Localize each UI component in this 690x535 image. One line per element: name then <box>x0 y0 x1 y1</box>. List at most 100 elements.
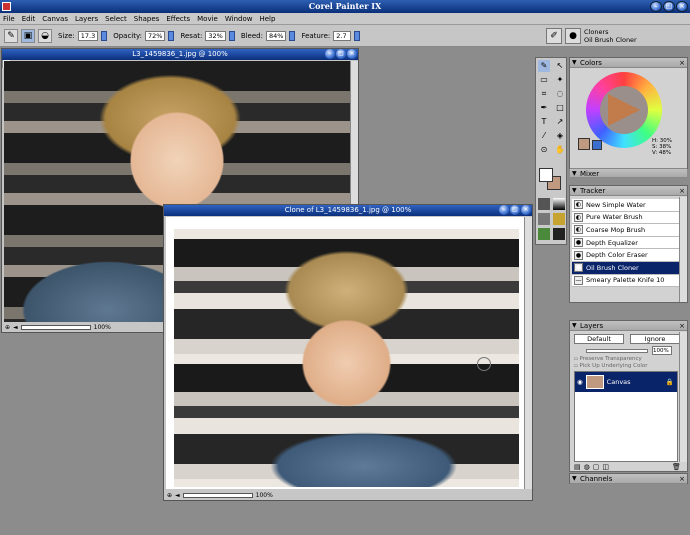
menu-shapes[interactable]: Shapes <box>134 15 160 23</box>
maximize-button[interactable]: □ <box>663 1 675 12</box>
hue-ring[interactable] <box>586 72 662 148</box>
new-layer-icon[interactable]: ▢ <box>593 463 600 471</box>
close-button[interactable]: × <box>676 1 688 12</box>
tracker-item[interactable]: — Smeary Palette Knife 10 <box>572 274 679 288</box>
brush-variant-icon[interactable]: ● <box>565 28 581 44</box>
brush-tool-icon[interactable]: ✎ <box>4 28 18 43</box>
gradient-selector-icon[interactable] <box>553 198 565 210</box>
brush-icon[interactable]: ✎ <box>538 60 550 72</box>
weaving-selector-icon[interactable] <box>553 213 565 225</box>
bleed-slider-toggle[interactable] <box>289 30 296 41</box>
paint-bucket-icon[interactable]: ◈ <box>554 130 566 142</box>
clone-zoom-icon[interactable]: ⊕ <box>167 492 172 499</box>
saturation-value-triangle[interactable] <box>600 86 648 134</box>
clone-window-title-bar[interactable]: Clone of L3_1459836_1.jpg @ 100% – □ × <box>164 205 532 216</box>
visibility-eye-icon[interactable]: ◉ <box>577 378 583 386</box>
clone-zoom-out-icon[interactable]: ◄ <box>175 492 180 499</box>
clone-minimize-button[interactable]: – <box>499 205 509 215</box>
layer-opacity-slider[interactable] <box>586 349 648 353</box>
crop-icon[interactable]: ⌗ <box>538 88 550 100</box>
tracker-item[interactable]: ◐ Pure Water Brush <box>572 211 679 225</box>
menu-effects[interactable]: Effects <box>166 15 190 23</box>
channels-panel-close-icon[interactable]: × <box>679 474 685 484</box>
pen-icon[interactable]: ✒ <box>538 102 550 114</box>
brush-dab-icon[interactable]: ▣ <box>21 28 35 43</box>
opacity-field[interactable]: 72% <box>145 30 166 41</box>
composite-depth-select[interactable]: Ignore <box>630 334 680 344</box>
layer-commands-icon[interactable]: ▤ <box>574 463 581 471</box>
tracker-item[interactable]: ● Depth Equalizer <box>572 236 679 250</box>
size-field[interactable]: 17.3 <box>77 30 99 41</box>
nozzle-selector-icon[interactable] <box>538 228 550 240</box>
minimize-button[interactable]: – <box>650 1 662 12</box>
dynamic-plugin-icon[interactable]: ◍ <box>584 463 590 471</box>
size-slider-toggle[interactable] <box>101 30 108 41</box>
source-minimize-button[interactable]: – <box>325 49 335 59</box>
new-mask-icon[interactable]: ◫ <box>602 463 609 471</box>
menu-movie[interactable]: Movie <box>197 15 218 23</box>
brush-variant[interactable]: Oil Brush Cloner <box>584 36 637 44</box>
clone-color-icon[interactable] <box>592 140 602 150</box>
menu-layers[interactable]: Layers <box>75 15 98 23</box>
magnifier-icon[interactable]: ⊙ <box>538 144 550 156</box>
feature-slider-toggle[interactable] <box>354 30 361 41</box>
resat-slider-toggle[interactable] <box>228 30 235 41</box>
layer-opacity-field[interactable]: 100% <box>652 346 672 355</box>
source-close-button[interactable]: × <box>347 49 357 59</box>
menu-help[interactable]: Help <box>259 15 275 23</box>
layers-panel-close-icon[interactable]: × <box>679 321 685 331</box>
channels-panel-header[interactable]: Channels × <box>570 474 687 484</box>
tracker-item[interactable]: ● Depth Color Eraser <box>572 249 679 262</box>
text-icon[interactable]: T <box>538 116 550 128</box>
dropper-icon[interactable]: ⁄ <box>538 130 550 142</box>
magic-wand-icon[interactable]: ✦ <box>554 74 566 86</box>
cloned-painting[interactable] <box>174 229 519 487</box>
colors-panel-header[interactable]: Colors × <box>570 58 687 68</box>
menu-edit[interactable]: Edit <box>22 15 36 23</box>
look-selector-icon[interactable] <box>553 228 565 240</box>
brush-category[interactable]: Cloners <box>584 28 637 36</box>
tracker-item-selected[interactable]: ● Oil Brush Cloner <box>572 261 679 275</box>
source-zoom-slider[interactable] <box>20 324 91 330</box>
pattern-selector-icon[interactable] <box>538 213 550 225</box>
layer-row-canvas[interactable]: ◉ Canvas 🔒 <box>575 372 677 392</box>
pick-up-underlying-color-checkbox[interactable]: ▫ Pick Up Underlying Color <box>574 363 647 369</box>
tracker-item[interactable]: ◐ Coarse Mop Brush <box>572 224 679 237</box>
composite-method-select[interactable]: Default <box>574 334 624 344</box>
preserve-transparency-checkbox[interactable]: ▫ Preserve Transparency <box>574 356 642 362</box>
paper-selector-icon[interactable] <box>538 198 550 210</box>
brush-category-icon[interactable]: ✐ <box>546 28 562 44</box>
tracker-scrollbar[interactable] <box>679 197 687 302</box>
rectangle-shape-icon[interactable]: □ <box>554 102 566 114</box>
menu-canvas[interactable]: Canvas <box>42 15 68 23</box>
source-maximize-button[interactable]: □ <box>336 49 346 59</box>
source-zoom-out-icon[interactable]: ◄ <box>13 324 18 331</box>
bleed-field[interactable]: 84% <box>265 30 287 41</box>
tracker-panel-close-icon[interactable]: × <box>679 186 685 196</box>
lasso-icon[interactable]: ◌ <box>554 88 566 100</box>
menu-select[interactable]: Select <box>105 15 127 23</box>
brush-stroke-icon[interactable]: ◒ <box>38 28 52 43</box>
tracker-item[interactable]: ◐ New Simple Water <box>572 199 679 212</box>
colors-panel-close-icon[interactable]: × <box>679 58 685 68</box>
menu-window[interactable]: Window <box>225 15 253 23</box>
layers-panel-header[interactable]: Layers × <box>570 321 687 331</box>
main-color-swatch[interactable] <box>539 168 553 182</box>
tracker-panel-header[interactable]: Tracker × <box>570 186 687 196</box>
clone-zoom-slider[interactable] <box>182 492 253 498</box>
rect-select-icon[interactable]: ▭ <box>538 74 550 86</box>
layer-adjuster-icon[interactable]: ↖ <box>554 60 566 72</box>
opacity-slider-toggle[interactable] <box>168 30 175 41</box>
source-zoom-icon[interactable]: ⊕ <box>5 324 10 331</box>
menu-file[interactable]: File <box>3 15 15 23</box>
clone-vertical-scrollbar[interactable] <box>524 217 532 489</box>
delete-layer-icon[interactable]: 🗑 <box>672 463 681 471</box>
layers-scrollbar[interactable] <box>679 332 687 462</box>
shape-selection-icon[interactable]: ↗ <box>554 116 566 128</box>
mixer-panel-header[interactable]: Mixer <box>570 168 687 179</box>
current-color-swatch[interactable] <box>578 138 590 150</box>
clone-maximize-button[interactable]: □ <box>510 205 520 215</box>
grabber-hand-icon[interactable]: ✋ <box>554 144 566 156</box>
resat-field[interactable]: 32% <box>205 30 226 41</box>
source-window-title-bar[interactable]: L3_1459836_1.jpg @ 100% – □ × <box>2 49 358 60</box>
